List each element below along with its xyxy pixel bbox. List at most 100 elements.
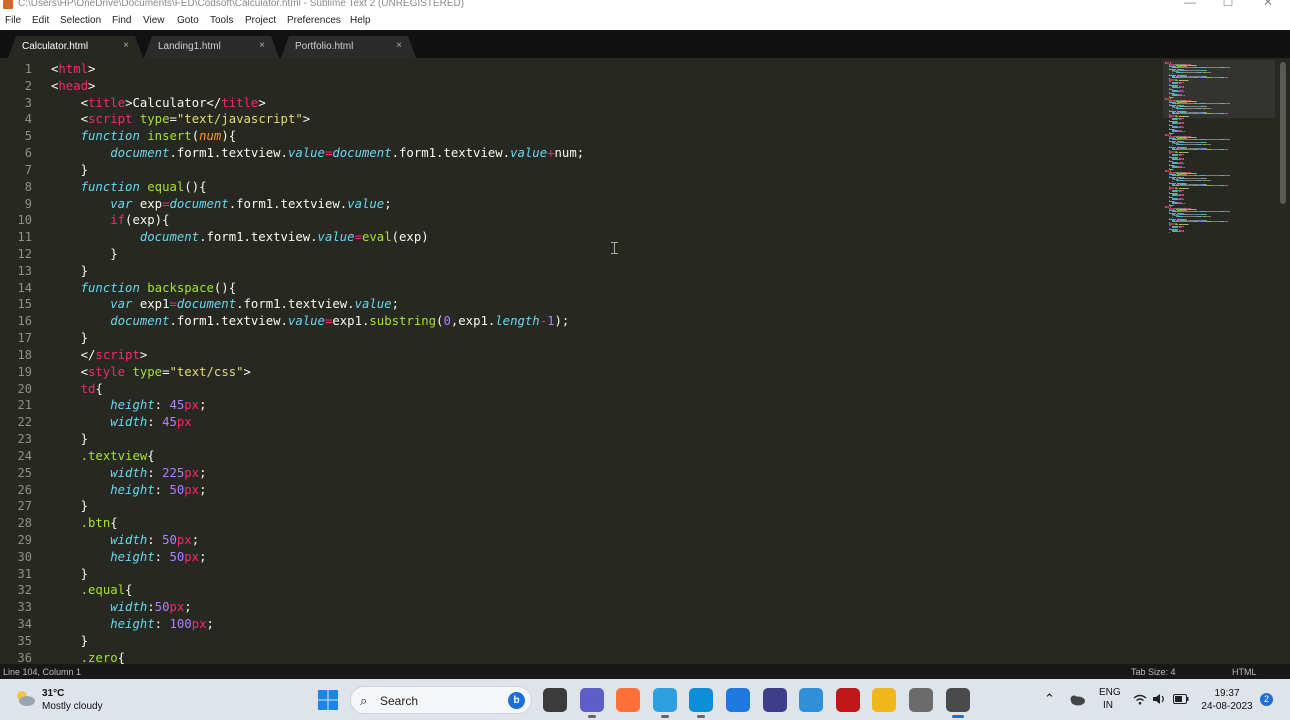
code-line[interactable]: }	[51, 566, 88, 583]
maximize-button[interactable]: ☐	[1218, 0, 1238, 8]
language-indicator-in[interactable]: IN	[1103, 700, 1113, 711]
tab-size-indicator[interactable]: Tab Size: 4	[1131, 667, 1176, 677]
code-line[interactable]: var exp1=document.form1.textview.value;	[51, 296, 399, 313]
vertical-scrollbar[interactable]	[1280, 62, 1286, 204]
battery-icon[interactable]	[1173, 694, 1189, 704]
code-line[interactable]: <html>	[51, 61, 95, 78]
weather-temperature[interactable]: 31°C	[42, 688, 64, 699]
syntax-indicator[interactable]: HTML	[1232, 667, 1257, 677]
code-line[interactable]: }	[51, 431, 88, 448]
windows-start-icon[interactable]	[318, 690, 338, 710]
code-line[interactable]: .zero{	[51, 650, 125, 664]
code-line[interactable]: document.form1.textview.value=document.f…	[51, 145, 584, 162]
menu-goto[interactable]: Goto	[177, 15, 199, 26]
code-line[interactable]: }	[51, 246, 117, 263]
menu-file[interactable]: File	[5, 15, 21, 26]
onedrive-cloud-icon[interactable]	[1068, 693, 1086, 706]
code-line[interactable]: document.form1.textview.value=exp1.subst…	[51, 313, 569, 330]
task-view-icon[interactable]	[543, 688, 567, 712]
code-line[interactable]: var exp=document.form1.textview.value;	[51, 196, 391, 213]
bing-icon[interactable]: b	[508, 692, 525, 709]
code-line[interactable]: </script>	[51, 347, 148, 364]
minimap-stroke	[1188, 152, 1190, 153]
mcafee-icon[interactable]	[835, 688, 860, 712]
close-window-button[interactable]: ✕	[1258, 0, 1278, 8]
show-hidden-icons-chevron-icon[interactable]: ⌃	[1044, 691, 1055, 707]
code-token: }	[51, 499, 89, 514]
edge-icon[interactable]	[689, 688, 714, 718]
tab-close-icon[interactable]: ×	[259, 40, 265, 51]
menu-find[interactable]: Find	[112, 15, 131, 26]
tab-portfolio[interactable]: Portfolio.html ×	[281, 36, 416, 58]
teams-icon[interactable]	[579, 688, 604, 718]
minimap-stroke	[1183, 203, 1185, 204]
tab-close-icon[interactable]: ×	[396, 40, 402, 51]
file-explorer-icon[interactable]	[872, 688, 897, 712]
cloudy-weather-icon[interactable]	[14, 689, 36, 707]
taskbar-search[interactable]: ⌕ Search b	[350, 686, 532, 714]
code-line[interactable]: }	[51, 263, 88, 280]
code-line[interactable]: <head>	[51, 78, 95, 95]
sublime-text-icon[interactable]	[945, 688, 970, 718]
line-number: 4	[24, 112, 32, 127]
firefox-icon[interactable]	[616, 688, 641, 712]
app-11-icon[interactable]	[909, 688, 933, 712]
code-line[interactable]: td{	[51, 381, 103, 398]
code-line[interactable]: .equal{	[51, 582, 133, 599]
code-line[interactable]: function insert(num){	[51, 128, 237, 145]
volume-icon[interactable]	[1152, 693, 1166, 705]
app-8-icon[interactable]	[799, 688, 824, 712]
store-icon[interactable]	[726, 688, 750, 712]
code-line[interactable]: .btn{	[51, 515, 118, 532]
code-line[interactable]: height: 50px;	[51, 482, 206, 499]
minimap[interactable]	[1163, 60, 1275, 235]
code-line[interactable]: width: 225px;	[51, 465, 206, 482]
menu-project[interactable]: Project	[245, 15, 276, 26]
code-line[interactable]: }	[51, 330, 88, 347]
code-token: document	[139, 230, 200, 245]
code-line[interactable]: <title>Calculator</title>	[51, 95, 266, 112]
code-line[interactable]: width: 45px	[51, 414, 191, 431]
tab-calculator[interactable]: Calculator.html ×	[8, 36, 143, 58]
minimap-stroke	[1195, 173, 1197, 174]
code-line[interactable]: height: 50px;	[51, 549, 206, 566]
code-line[interactable]: }	[51, 498, 88, 515]
code-line[interactable]: height: 100px;	[51, 616, 214, 633]
menu-edit[interactable]: Edit	[32, 15, 49, 26]
tab-close-icon[interactable]: ×	[123, 40, 129, 51]
wifi-icon[interactable]	[1133, 694, 1147, 705]
app-7-icon[interactable]	[762, 688, 787, 712]
edge-dev-icon[interactable]	[652, 688, 677, 718]
code-line[interactable]: function backspace(){	[51, 280, 237, 297]
menu-view[interactable]: View	[143, 15, 165, 26]
code-line[interactable]: if(exp){	[51, 212, 169, 229]
code-line[interactable]: height: 45px;	[51, 397, 206, 414]
code-editor[interactable]: 1 2 3 4 5 6 7 8 9 10 11 12 13 14 15 16 17 18 19 20 21 22 23 24 2…	[0, 58, 1290, 664]
menu-help[interactable]: Help	[350, 15, 371, 26]
minimize-button[interactable]: —	[1180, 0, 1200, 8]
notification-badge[interactable]: 2	[1260, 693, 1273, 706]
code-line[interactable]: width: 50px;	[51, 532, 199, 549]
minimap-stroke	[1205, 142, 1207, 143]
code-line[interactable]: .textview{	[51, 448, 155, 465]
language-indicator-eng[interactable]: ENG	[1099, 687, 1121, 698]
menu-preferences[interactable]: Preferences	[287, 15, 341, 26]
code-line[interactable]: }	[51, 162, 88, 179]
menu-selection[interactable]: Selection	[60, 15, 101, 26]
minimap-stroke	[1172, 181, 1174, 182]
taskbar-clock[interactable]: 19:37 24-08-2023	[1198, 687, 1256, 713]
weather-description[interactable]: Mostly cloudy	[42, 701, 103, 712]
code-line[interactable]: }	[51, 633, 88, 650]
code-line[interactable]: <script type="text/javascript">	[51, 111, 311, 128]
tab-landing1[interactable]: Landing1.html ×	[144, 36, 279, 58]
sublime-app-icon	[3, 0, 13, 9]
code-line[interactable]: <style type="text/css">	[51, 364, 251, 381]
minimap-stroke	[1226, 211, 1230, 212]
code-line[interactable]: function equal(){	[51, 179, 207, 196]
menu-tools[interactable]: Tools	[210, 15, 233, 26]
code-line[interactable]: width:50px;	[51, 599, 191, 616]
minimap-stroke	[1183, 82, 1184, 83]
code-line[interactable]: document.form1.textview.value=eval(exp)	[51, 229, 429, 246]
minimap-stroke	[1183, 159, 1184, 160]
